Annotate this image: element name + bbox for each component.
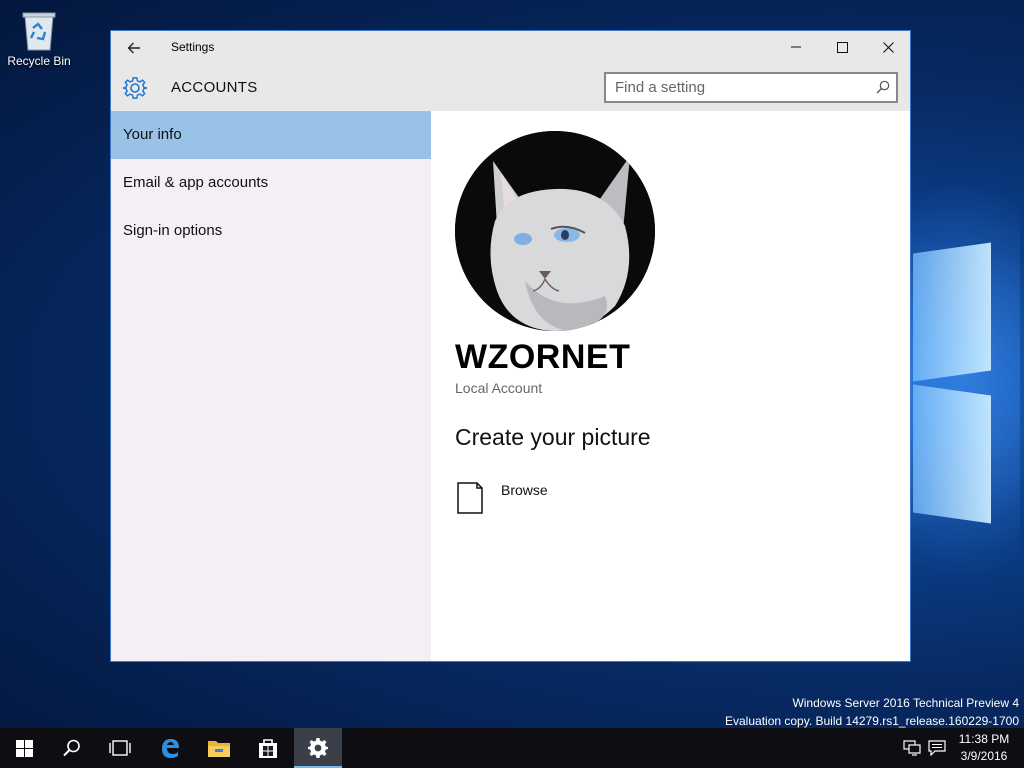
store-button[interactable] [244,728,292,768]
search-icon [63,739,80,757]
windows-logo-light [905,230,995,530]
action-center-icon[interactable] [927,738,947,758]
clock-date: 3/9/2016 [960,749,1008,763]
search-input[interactable] [606,74,865,101]
sidebar-item-sign-in-options[interactable]: Sign-in options [111,207,431,255]
task-view-button[interactable] [96,728,144,768]
search-icon[interactable] [876,80,890,99]
taskbar-clock[interactable]: 11:38 PM 3/9/2016 [950,731,1018,765]
recycle-bin-shortcut[interactable]: Recycle Bin [6,8,72,68]
settings-window: Settings ACCOUNTS Find a setting Your in… [110,30,911,662]
task-view-icon [109,740,131,756]
edge-icon [162,739,179,758]
sidebar-item-your-info[interactable]: Your info [111,111,431,159]
network-icon[interactable] [902,738,922,758]
file-explorer-button[interactable] [195,728,243,768]
edge-button[interactable] [146,728,194,768]
close-icon [882,41,894,53]
clock-time: 11:38 PM [958,732,1010,746]
your-info-panel: WZORNET Local Account Create your pictur… [431,111,910,661]
accounts-gear-icon [122,75,148,106]
settings-icon [308,738,328,758]
sidebar-item-email-app-accounts[interactable]: Email & app accounts [111,159,431,207]
close-button[interactable] [865,31,911,63]
back-button[interactable] [121,37,147,59]
user-name: WZORNET [455,338,631,376]
window-title: Settings [171,40,215,54]
account-type: Local Account [455,380,543,396]
settings-header: ACCOUNTS [111,63,910,111]
recycle-bin-icon [19,8,59,52]
minimize-icon [791,46,801,48]
taskbar: 11:38 PM 3/9/2016 [0,728,1024,768]
maximize-icon [836,41,848,53]
back-arrow-icon [127,42,140,54]
file-explorer-icon [208,741,230,757]
watermark-line-1: Windows Server 2016 Technical Preview 4 [792,696,1019,710]
store-icon [259,739,277,758]
start-icon [15,739,33,757]
browse-label: Browse [501,482,548,498]
minimize-button[interactable] [773,31,819,63]
taskbar-search-button[interactable] [48,728,96,768]
recycle-bin-label: Recycle Bin [7,54,71,68]
create-picture-heading: Create your picture [455,424,651,450]
settings-taskbar-button[interactable] [294,728,342,768]
start-button[interactable] [0,728,48,768]
title-bar[interactable]: Settings [111,31,910,63]
search-box[interactable] [604,72,898,103]
avatar [455,131,655,331]
file-icon [457,482,483,514]
browse-button[interactable]: Browse [455,480,548,516]
sidebar: Your info Email & app accounts Sign-in o… [111,111,431,661]
maximize-button[interactable] [819,31,865,63]
section-title: ACCOUNTS [171,79,258,96]
settings-body: Your info Email & app accounts Sign-in o… [111,111,910,661]
build-watermark: Windows Server 2016 Technical Preview 4 … [725,694,1019,730]
